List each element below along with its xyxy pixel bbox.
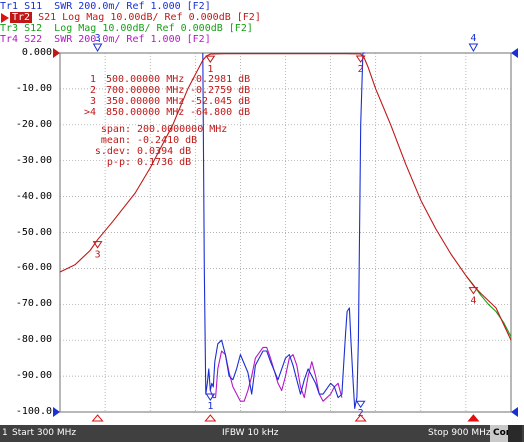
trace1-label[interactable]: Tr1 S11 SWR 200.0m/ Ref 1.000 [F2] xyxy=(0,1,211,12)
channel-index: 1 xyxy=(2,428,8,438)
marker-number: 1 xyxy=(207,401,213,412)
marker-readout-value: -52.045 dB xyxy=(190,96,250,107)
stat-value: 200.0000000 MHz xyxy=(137,124,227,135)
trace2-label[interactable]: Tr2 S21 Log Mag 10.00dB/ Ref 0.000dB [F2… xyxy=(0,12,261,23)
stat-label: mean: xyxy=(101,135,131,146)
marker-readout-freq: 700.00000 MHz xyxy=(106,85,184,96)
marker-readout-num: 2 xyxy=(90,85,96,96)
marker-bottom-icon xyxy=(91,414,104,422)
marker-number: 4 xyxy=(470,296,476,307)
stat-value: 0.1736 dB xyxy=(137,157,191,168)
marker-bottom-icon xyxy=(204,414,217,422)
trace4-text: Tr4 S22 SWR 200.0m/ Ref 1.000 [F2] xyxy=(0,34,211,45)
y-tick-label: -90.00 xyxy=(15,370,52,382)
marker-readout-freq: 850.00000 MHz xyxy=(106,107,184,118)
y-tick-label: -50.00 xyxy=(15,226,52,238)
marker-readout-value: -64.800 dB xyxy=(190,107,250,118)
y-tick-label: -60.00 xyxy=(15,262,52,274)
marker-top-icon xyxy=(92,43,103,53)
marker-number: 3 xyxy=(95,250,101,261)
marker-readout-num: >4 xyxy=(84,107,96,118)
trace2-id: Tr2 xyxy=(10,12,33,23)
ifbw-setting[interactable]: IFBW 10 kHz xyxy=(222,425,278,442)
stat-label: s.dev: xyxy=(95,146,131,157)
trace1-text: Tr1 S11 SWR 200.0m/ Ref 1.000 [F2] xyxy=(0,1,211,12)
ref-level-arrow-right-icon xyxy=(511,48,518,58)
trace3-label[interactable]: Tr3 S12 Log Mag 10.00dB/ Ref 0.000dB [F2… xyxy=(0,23,253,34)
scale-arrow-right-icon xyxy=(511,407,518,417)
marker-bottom-icon xyxy=(467,414,480,422)
marker-readout-value: -0.2981 dB xyxy=(190,74,250,85)
trace-plot[interactable]: 1 234123 41 500.00000 MHz -0.2981 dB2 700.000… xyxy=(0,0,524,425)
y-tick-label: -20.00 xyxy=(15,118,52,130)
status-end-block xyxy=(508,425,522,442)
y-tick-label: -100.0 xyxy=(15,406,52,417)
marker-readout-num: 3 xyxy=(90,96,96,107)
trace2-text: S21 Log Mag 10.00dB/ Ref 0.000dB [F2] xyxy=(32,12,261,23)
y-tick-label: -10.00 xyxy=(15,82,52,94)
y-tick-label: -30.00 xyxy=(15,154,52,166)
stat-label: span: xyxy=(101,124,131,135)
trace3-text: Tr3 S12 Log Mag 10.00dB/ Ref 0.000dB [F2… xyxy=(0,23,253,34)
y-tick-label: -70.00 xyxy=(15,298,52,310)
stop-frequency[interactable]: Stop 900 MHz xyxy=(428,425,491,442)
stat-value: 0.0394 dB xyxy=(137,146,191,157)
marker-readout-num: 1 xyxy=(90,74,96,85)
status-bar: 1 Start 300 MHz IFBW 10 kHz Stop 900 MHz… xyxy=(0,425,524,442)
start-frequency[interactable]: Start 300 MHz xyxy=(12,425,76,442)
stat-label: p-p: xyxy=(107,157,131,168)
trace4-label[interactable]: Tr4 S22 SWR 200.0m/ Ref 1.000 [F2] xyxy=(0,34,211,45)
stat-value: -0.2410 dB xyxy=(137,135,197,146)
active-trace-arrow-icon xyxy=(1,13,9,23)
y-tick-label: 0.000 xyxy=(21,47,52,58)
y-tick-label: -80.00 xyxy=(15,334,52,346)
marker-readout-freq: 500.00000 MHz xyxy=(106,74,184,85)
marker-top-icon xyxy=(468,43,479,53)
y-tick-label: -40.00 xyxy=(15,190,52,202)
scale-arrow-left-icon xyxy=(53,407,60,417)
marker-readout-value: -0.2759 dB xyxy=(190,85,250,96)
marker-number: 2 xyxy=(358,64,364,75)
marker-number: 4 xyxy=(470,33,476,44)
ref-level-arrow-left-icon xyxy=(53,48,60,58)
marker-readout-freq: 350.00000 MHz xyxy=(106,96,184,107)
